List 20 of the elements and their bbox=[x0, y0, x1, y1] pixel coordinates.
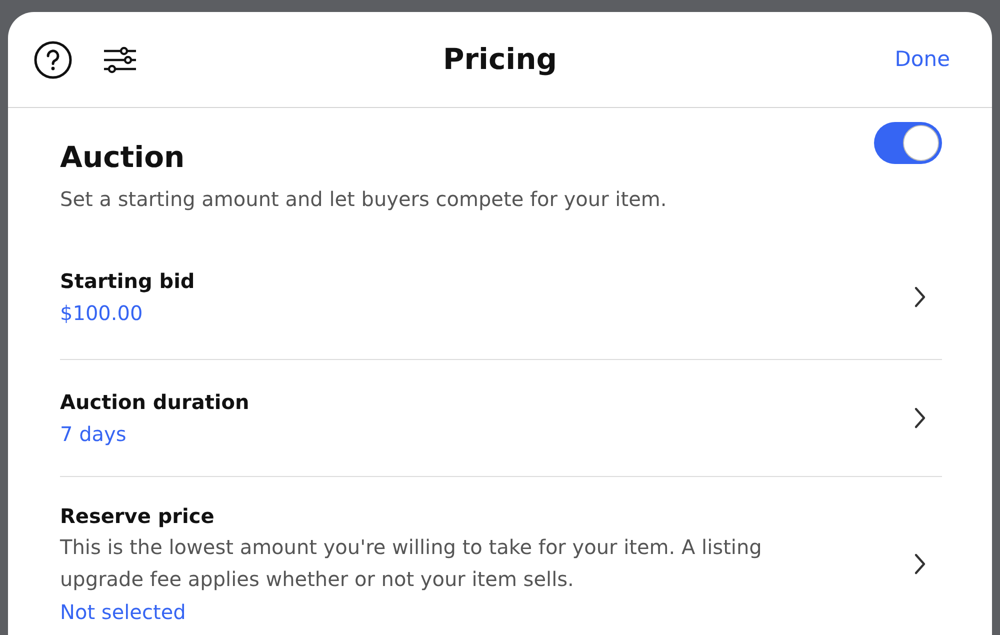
row-label: Auction duration bbox=[60, 388, 250, 416]
auction-toggle[interactable] bbox=[874, 122, 942, 164]
settings-row[interactable]: Starting bid $100.00 bbox=[60, 236, 942, 360]
section-title: Auction bbox=[60, 139, 185, 176]
chevron-right-icon bbox=[914, 552, 926, 574]
settings-row[interactable]: Auction duration 7 days bbox=[60, 360, 942, 476]
row-description: This is the lowest amount you're willing to take for your item. A listing upgrade fee applies whether or not your item sells. bbox=[60, 534, 763, 592]
chevron-right-icon bbox=[914, 406, 926, 428]
settings-icon[interactable] bbox=[103, 46, 137, 74]
help-icon[interactable] bbox=[33, 40, 73, 80]
section-description: Set a starting amount and let buyers compete for your item. bbox=[60, 186, 668, 212]
chevron-right-icon bbox=[914, 286, 926, 308]
row-value: $100.00 bbox=[60, 300, 144, 327]
row-label: Starting bid bbox=[60, 268, 195, 295]
settings-row[interactable]: Reserve price This is the lowest amount you're willing to take for your item. A listing upgrade fee applies whether or not your item sells. Not selected bbox=[60, 476, 942, 626]
row-value: Not selected bbox=[60, 598, 187, 626]
row-label: Reserve price bbox=[60, 502, 216, 530]
done-button[interactable]: Done bbox=[894, 44, 950, 76]
dialog-title: Pricing bbox=[442, 40, 558, 78]
row-value: 7 days bbox=[60, 420, 128, 448]
